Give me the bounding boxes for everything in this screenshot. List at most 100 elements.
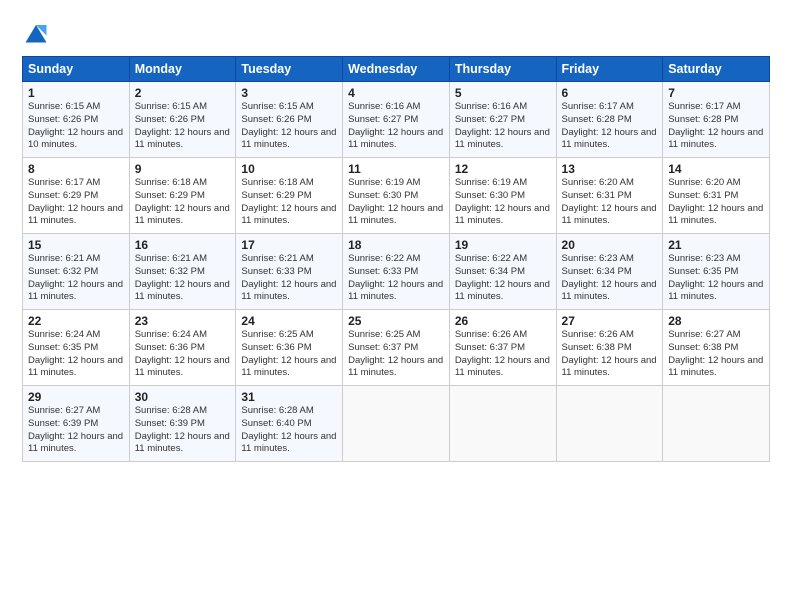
day-detail: Sunrise: 6:25 AMSunset: 6:36 PMDaylight:… — [241, 329, 336, 378]
day-detail: Sunrise: 6:24 AMSunset: 6:35 PMDaylight:… — [28, 329, 123, 378]
day-detail: Sunrise: 6:15 AMSunset: 6:26 PMDaylight:… — [28, 101, 123, 150]
day-number: 30 — [135, 390, 231, 404]
weekday-header: Thursday — [449, 57, 556, 82]
day-detail: Sunrise: 6:17 AMSunset: 6:29 PMDaylight:… — [28, 177, 123, 226]
day-detail: Sunrise: 6:20 AMSunset: 6:31 PMDaylight:… — [668, 177, 763, 226]
calendar-cell: 18 Sunrise: 6:22 AMSunset: 6:33 PMDaylig… — [343, 234, 450, 310]
calendar-cell: 19 Sunrise: 6:22 AMSunset: 6:34 PMDaylig… — [449, 234, 556, 310]
day-number: 20 — [562, 238, 658, 252]
calendar-week-row: 1 Sunrise: 6:15 AMSunset: 6:26 PMDayligh… — [23, 82, 770, 158]
calendar-cell: 8 Sunrise: 6:17 AMSunset: 6:29 PMDayligh… — [23, 158, 130, 234]
calendar-cell: 11 Sunrise: 6:19 AMSunset: 6:30 PMDaylig… — [343, 158, 450, 234]
day-detail: Sunrise: 6:28 AMSunset: 6:39 PMDaylight:… — [135, 405, 230, 454]
calendar-cell: 23 Sunrise: 6:24 AMSunset: 6:36 PMDaylig… — [129, 310, 236, 386]
day-detail: Sunrise: 6:16 AMSunset: 6:27 PMDaylight:… — [348, 101, 443, 150]
weekday-header: Wednesday — [343, 57, 450, 82]
day-number: 6 — [562, 86, 658, 100]
page: SundayMondayTuesdayWednesdayThursdayFrid… — [0, 0, 792, 612]
calendar-week-row: 15 Sunrise: 6:21 AMSunset: 6:32 PMDaylig… — [23, 234, 770, 310]
day-detail: Sunrise: 6:19 AMSunset: 6:30 PMDaylight:… — [348, 177, 443, 226]
day-number: 26 — [455, 314, 551, 328]
calendar-cell: 3 Sunrise: 6:15 AMSunset: 6:26 PMDayligh… — [236, 82, 343, 158]
calendar-week-row: 22 Sunrise: 6:24 AMSunset: 6:35 PMDaylig… — [23, 310, 770, 386]
calendar-cell: 25 Sunrise: 6:25 AMSunset: 6:37 PMDaylig… — [343, 310, 450, 386]
calendar-cell: 13 Sunrise: 6:20 AMSunset: 6:31 PMDaylig… — [556, 158, 663, 234]
day-number: 1 — [28, 86, 124, 100]
day-number: 4 — [348, 86, 444, 100]
day-number: 22 — [28, 314, 124, 328]
calendar-cell: 24 Sunrise: 6:25 AMSunset: 6:36 PMDaylig… — [236, 310, 343, 386]
calendar-cell: 1 Sunrise: 6:15 AMSunset: 6:26 PMDayligh… — [23, 82, 130, 158]
weekday-header: Saturday — [663, 57, 770, 82]
day-number: 2 — [135, 86, 231, 100]
day-number: 31 — [241, 390, 337, 404]
day-number: 27 — [562, 314, 658, 328]
day-detail: Sunrise: 6:23 AMSunset: 6:35 PMDaylight:… — [668, 253, 763, 302]
calendar-cell: 9 Sunrise: 6:18 AMSunset: 6:29 PMDayligh… — [129, 158, 236, 234]
day-detail: Sunrise: 6:27 AMSunset: 6:39 PMDaylight:… — [28, 405, 123, 454]
calendar-week-row: 8 Sunrise: 6:17 AMSunset: 6:29 PMDayligh… — [23, 158, 770, 234]
day-detail: Sunrise: 6:17 AMSunset: 6:28 PMDaylight:… — [562, 101, 657, 150]
day-number: 25 — [348, 314, 444, 328]
day-number: 17 — [241, 238, 337, 252]
weekday-header: Monday — [129, 57, 236, 82]
calendar-cell: 27 Sunrise: 6:26 AMSunset: 6:38 PMDaylig… — [556, 310, 663, 386]
day-number: 11 — [348, 162, 444, 176]
day-number: 28 — [668, 314, 764, 328]
calendar-cell — [449, 386, 556, 462]
day-number: 29 — [28, 390, 124, 404]
day-detail: Sunrise: 6:22 AMSunset: 6:33 PMDaylight:… — [348, 253, 443, 302]
calendar-cell: 6 Sunrise: 6:17 AMSunset: 6:28 PMDayligh… — [556, 82, 663, 158]
calendar-cell: 16 Sunrise: 6:21 AMSunset: 6:32 PMDaylig… — [129, 234, 236, 310]
day-number: 21 — [668, 238, 764, 252]
calendar-cell: 15 Sunrise: 6:21 AMSunset: 6:32 PMDaylig… — [23, 234, 130, 310]
day-number: 7 — [668, 86, 764, 100]
calendar-cell: 26 Sunrise: 6:26 AMSunset: 6:37 PMDaylig… — [449, 310, 556, 386]
day-detail: Sunrise: 6:24 AMSunset: 6:36 PMDaylight:… — [135, 329, 230, 378]
calendar-cell: 28 Sunrise: 6:27 AMSunset: 6:38 PMDaylig… — [663, 310, 770, 386]
calendar-cell: 10 Sunrise: 6:18 AMSunset: 6:29 PMDaylig… — [236, 158, 343, 234]
day-detail: Sunrise: 6:15 AMSunset: 6:26 PMDaylight:… — [135, 101, 230, 150]
calendar-cell: 22 Sunrise: 6:24 AMSunset: 6:35 PMDaylig… — [23, 310, 130, 386]
calendar-cell: 20 Sunrise: 6:23 AMSunset: 6:34 PMDaylig… — [556, 234, 663, 310]
day-number: 23 — [135, 314, 231, 328]
day-number: 14 — [668, 162, 764, 176]
weekday-header: Sunday — [23, 57, 130, 82]
day-detail: Sunrise: 6:28 AMSunset: 6:40 PMDaylight:… — [241, 405, 336, 454]
calendar-cell: 5 Sunrise: 6:16 AMSunset: 6:27 PMDayligh… — [449, 82, 556, 158]
weekday-header: Tuesday — [236, 57, 343, 82]
day-detail: Sunrise: 6:17 AMSunset: 6:28 PMDaylight:… — [668, 101, 763, 150]
day-number: 18 — [348, 238, 444, 252]
day-number: 13 — [562, 162, 658, 176]
calendar-cell: 7 Sunrise: 6:17 AMSunset: 6:28 PMDayligh… — [663, 82, 770, 158]
day-number: 16 — [135, 238, 231, 252]
calendar-cell: 30 Sunrise: 6:28 AMSunset: 6:39 PMDaylig… — [129, 386, 236, 462]
day-detail: Sunrise: 6:26 AMSunset: 6:37 PMDaylight:… — [455, 329, 550, 378]
calendar-cell: 12 Sunrise: 6:19 AMSunset: 6:30 PMDaylig… — [449, 158, 556, 234]
weekday-header: Friday — [556, 57, 663, 82]
day-detail: Sunrise: 6:20 AMSunset: 6:31 PMDaylight:… — [562, 177, 657, 226]
day-detail: Sunrise: 6:18 AMSunset: 6:29 PMDaylight:… — [135, 177, 230, 226]
calendar-cell: 31 Sunrise: 6:28 AMSunset: 6:40 PMDaylig… — [236, 386, 343, 462]
day-number: 24 — [241, 314, 337, 328]
day-detail: Sunrise: 6:23 AMSunset: 6:34 PMDaylight:… — [562, 253, 657, 302]
calendar-week-row: 29 Sunrise: 6:27 AMSunset: 6:39 PMDaylig… — [23, 386, 770, 462]
day-number: 8 — [28, 162, 124, 176]
day-detail: Sunrise: 6:21 AMSunset: 6:33 PMDaylight:… — [241, 253, 336, 302]
calendar-cell: 4 Sunrise: 6:16 AMSunset: 6:27 PMDayligh… — [343, 82, 450, 158]
calendar-cell: 17 Sunrise: 6:21 AMSunset: 6:33 PMDaylig… — [236, 234, 343, 310]
day-number: 10 — [241, 162, 337, 176]
calendar-cell: 21 Sunrise: 6:23 AMSunset: 6:35 PMDaylig… — [663, 234, 770, 310]
day-detail: Sunrise: 6:15 AMSunset: 6:26 PMDaylight:… — [241, 101, 336, 150]
calendar-cell: 29 Sunrise: 6:27 AMSunset: 6:39 PMDaylig… — [23, 386, 130, 462]
day-number: 12 — [455, 162, 551, 176]
calendar-cell: 2 Sunrise: 6:15 AMSunset: 6:26 PMDayligh… — [129, 82, 236, 158]
day-number: 19 — [455, 238, 551, 252]
weekday-header-row: SundayMondayTuesdayWednesdayThursdayFrid… — [23, 57, 770, 82]
day-number: 5 — [455, 86, 551, 100]
day-number: 15 — [28, 238, 124, 252]
calendar-cell: 14 Sunrise: 6:20 AMSunset: 6:31 PMDaylig… — [663, 158, 770, 234]
logo-icon — [22, 18, 50, 46]
day-detail: Sunrise: 6:25 AMSunset: 6:37 PMDaylight:… — [348, 329, 443, 378]
day-detail: Sunrise: 6:16 AMSunset: 6:27 PMDaylight:… — [455, 101, 550, 150]
